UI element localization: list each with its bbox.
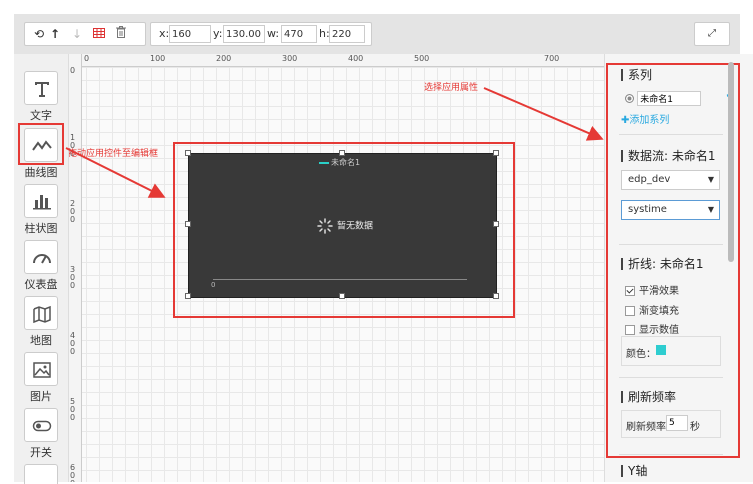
ruler-tick: 500 — [414, 54, 430, 63]
ruler-tick: 700 — [544, 54, 560, 63]
legend-label: 未命名1 — [331, 158, 361, 167]
highlight-line-chart — [18, 123, 64, 165]
resize-handle-sw[interactable] — [185, 293, 191, 299]
component-map[interactable] — [24, 296, 58, 330]
edit-tools-group: ⟲ ↑ ↓ — [24, 22, 146, 46]
ruler-tick: 600 — [70, 463, 76, 483]
component-panel: 文字 曲线图 柱状图 仪表盘 地图 图片 开关 — [14, 54, 69, 484]
component-gauge[interactable] — [24, 240, 58, 274]
loading-spinner-icon — [317, 218, 333, 234]
no-data-message: 暂无数据 — [317, 218, 373, 235]
component-bar-chart[interactable] — [24, 184, 58, 218]
coords-group: x: y: w: h: — [150, 22, 372, 46]
fullscreen-icon: ⤢ — [708, 28, 716, 39]
component-image[interactable] — [24, 352, 58, 386]
resize-handle-se[interactable] — [493, 293, 499, 299]
annotation-select: 选择应用属性 — [424, 83, 479, 93]
arrow-up-icon[interactable]: ↑ — [47, 26, 63, 42]
line-chart-widget[interactable]: 未命名1 暂无数据 0 — [188, 153, 497, 298]
h-input[interactable] — [329, 25, 365, 43]
w-label: w: — [267, 27, 280, 40]
ruler-tick: 200 — [216, 54, 232, 63]
fullscreen-button[interactable]: ⤢ — [694, 22, 730, 46]
gauge-icon — [33, 254, 51, 264]
ruler-tick: 400 — [70, 331, 76, 356]
ruler-tick: 200 — [70, 199, 76, 224]
map-icon — [33, 305, 51, 324]
image-icon — [33, 362, 51, 378]
w-input[interactable] — [281, 25, 317, 43]
component-label: 图片 — [30, 390, 52, 403]
component-label: 地图 — [30, 334, 52, 347]
ruler-tick: 300 — [282, 54, 298, 63]
horizontal-ruler: 0 100 200 300 400 500 700 — [69, 54, 604, 67]
arrow-down-icon[interactable]: ↓ — [69, 26, 85, 42]
component-label: 文字 — [30, 109, 52, 122]
resize-handle-s[interactable] — [339, 293, 345, 299]
ruler-tick: 300 — [70, 265, 76, 290]
component-label: 开关 — [30, 446, 52, 459]
x-axis-line — [213, 279, 467, 280]
text-icon — [35, 82, 49, 97]
bar-chart-icon — [33, 195, 51, 210]
properties-scrollbar[interactable] — [728, 62, 734, 262]
highlight-properties — [606, 63, 740, 458]
y-input[interactable] — [223, 25, 265, 43]
component-more[interactable] — [24, 464, 58, 484]
legend-swatch — [319, 161, 329, 164]
ruler-tick: 500 — [70, 397, 76, 422]
rotate-icon[interactable]: ⟲ — [31, 26, 47, 42]
component-label: 曲线图 — [24, 166, 58, 179]
editor-canvas[interactable]: 0 100 200 300 400 500 700 0 100 200 300 … — [69, 54, 604, 482]
component-text[interactable] — [24, 71, 58, 105]
ruler-tick: 0 — [84, 54, 90, 63]
no-data-text: 暂无数据 — [337, 221, 374, 232]
resize-handle-n[interactable] — [339, 150, 345, 156]
axis-zero-label: 0 — [211, 281, 216, 289]
resize-handle-ne[interactable] — [493, 150, 499, 156]
switch-icon — [32, 420, 52, 432]
ruler-tick: 400 — [348, 54, 364, 63]
component-label: 柱状图 — [24, 222, 58, 235]
vertical-ruler: 0 100 200 300 400 500 600 — [69, 54, 82, 482]
ruler-tick: 100 — [150, 54, 166, 63]
chart-legend: 未命名1 — [319, 157, 360, 168]
grid-icon[interactable] — [91, 26, 107, 42]
annotation-drag: 拖动应用控件至编辑框 — [69, 149, 159, 159]
yaxis-title: Y轴 — [621, 465, 647, 477]
x-input[interactable] — [169, 25, 211, 43]
y-label: y: — [213, 27, 223, 40]
resize-handle-w[interactable] — [185, 221, 191, 227]
resize-handle-nw[interactable] — [185, 150, 191, 156]
x-label: x: — [159, 27, 170, 40]
trash-icon[interactable] — [113, 26, 129, 42]
ruler-tick: 0 — [70, 66, 76, 75]
component-switch[interactable] — [24, 408, 58, 442]
top-toolbar: ⟲ ↑ ↓ x: y: w: h: ⤢ — [14, 14, 740, 54]
resize-handle-e[interactable] — [493, 221, 499, 227]
component-label: 仪表盘 — [24, 278, 58, 291]
